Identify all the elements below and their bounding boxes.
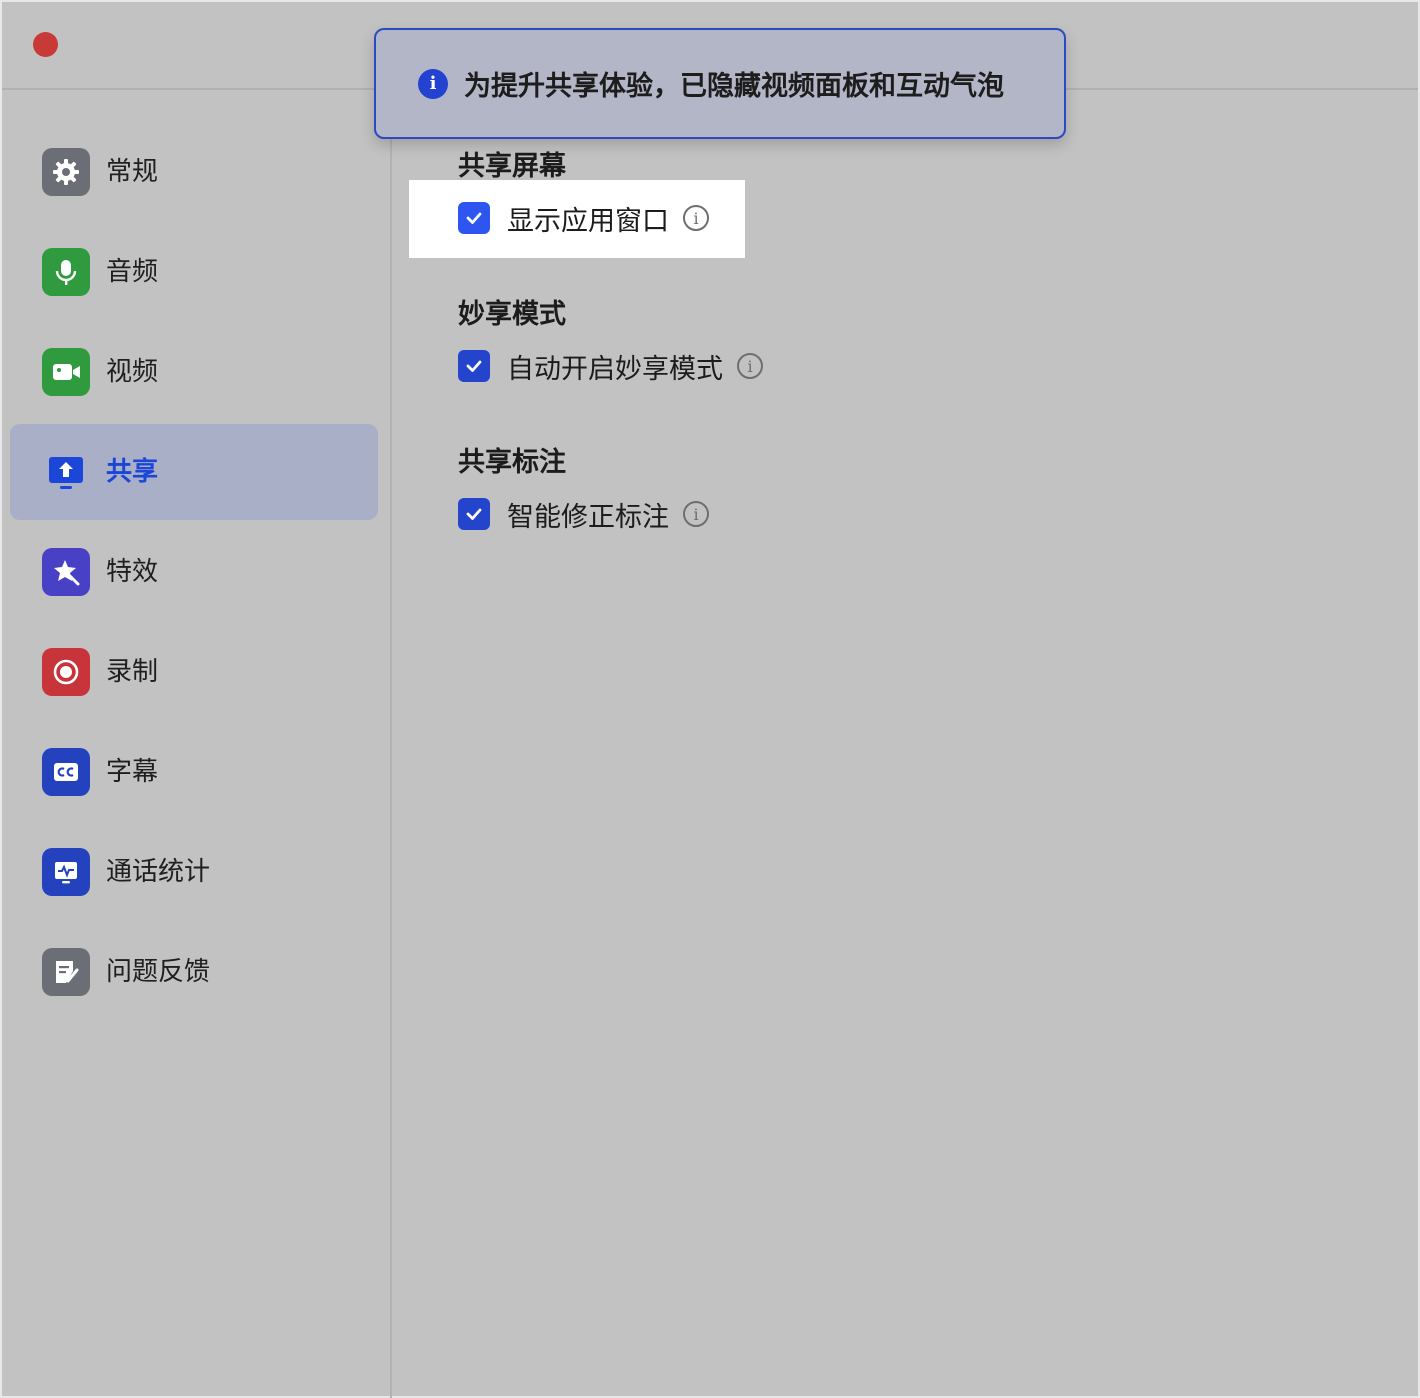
camera-icon	[42, 348, 90, 396]
sidebar-item-label: 录制	[106, 657, 159, 687]
auto-smart-share-checkbox[interactable]	[458, 350, 490, 382]
info-icon[interactable]: i	[737, 353, 763, 379]
record-icon	[42, 648, 90, 696]
sidebar-item-recording[interactable]: 录制	[10, 624, 378, 720]
sidebar-item-share[interactable]: 共享	[10, 424, 378, 520]
sidebar-item-label: 问题反馈	[106, 957, 211, 987]
sidebar-item-feedback[interactable]: 问题反馈	[10, 924, 378, 1020]
option-label: 自动开启妙享模式	[507, 353, 723, 385]
sidebar-item-label: 视频	[106, 357, 159, 387]
option-smart-annotation-correction[interactable]: 智能修正标注 i	[458, 496, 709, 533]
toast-message: 为提升共享体验，已隐藏视频面板和互动气泡	[464, 71, 1004, 102]
close-window-button[interactable]	[33, 32, 58, 57]
show-app-windows-checkbox[interactable]	[458, 202, 490, 234]
section-title-share-screen: 共享屏幕	[458, 151, 566, 182]
info-icon[interactable]: i	[683, 205, 709, 231]
option-label: 智能修正标注	[507, 501, 669, 533]
feedback-icon	[42, 948, 90, 996]
sidebar-item-label: 字幕	[106, 757, 159, 787]
sidebar-item-video[interactable]: 视频	[10, 324, 378, 420]
sidebar-item-effects[interactable]: 特效	[10, 524, 378, 620]
checkmark-icon	[466, 508, 482, 520]
toast-notification: i 为提升共享体验，已隐藏视频面板和互动气泡	[374, 28, 1066, 139]
option-label: 显示应用窗口	[507, 205, 669, 237]
section-title-smart-share: 妙享模式	[458, 299, 566, 330]
sidebar-item-audio[interactable]: 音频	[10, 224, 378, 320]
sidebar-item-label: 音频	[106, 257, 159, 287]
microphone-icon	[42, 248, 90, 296]
share-settings-panel: 共享屏幕 显示应用窗口 i 妙享模式 自动开启妙享模式 i 共享标注 智能修正标…	[394, 92, 1420, 1398]
info-icon: i	[418, 68, 448, 99]
checkmark-icon	[466, 212, 482, 224]
checkmark-icon	[466, 360, 482, 372]
stats-icon	[42, 848, 90, 896]
sidebar-item-label: 共享	[106, 457, 159, 487]
sidebar-item-call-stats[interactable]: 通话统计	[10, 824, 378, 920]
screen-share-icon	[42, 448, 90, 496]
option-auto-smart-share[interactable]: 自动开启妙享模式 i	[458, 348, 763, 385]
closed-caption-icon	[42, 748, 90, 796]
sidebar-item-general[interactable]: 常规	[10, 124, 378, 220]
sidebar: 常规 音频 视频 共享 特效 录制 字幕 通话统计 问题反馈	[2, 92, 392, 1398]
gear-icon	[42, 148, 90, 196]
sidebar-item-label: 常规	[106, 157, 159, 187]
section-title-share-annotation: 共享标注	[458, 447, 566, 478]
sidebar-item-label: 通话统计	[106, 857, 211, 887]
sidebar-item-label: 特效	[106, 557, 159, 587]
settings-window: 常规 音频 视频 共享 特效 录制 字幕 通话统计 问题反馈 共享屏幕 显示应用…	[0, 0, 1420, 1398]
sparkle-icon	[42, 548, 90, 596]
option-show-app-windows[interactable]: 显示应用窗口 i	[458, 200, 709, 237]
info-icon[interactable]: i	[683, 501, 709, 527]
sidebar-item-captions[interactable]: 字幕	[10, 724, 378, 820]
smart-annotation-checkbox[interactable]	[458, 498, 490, 530]
